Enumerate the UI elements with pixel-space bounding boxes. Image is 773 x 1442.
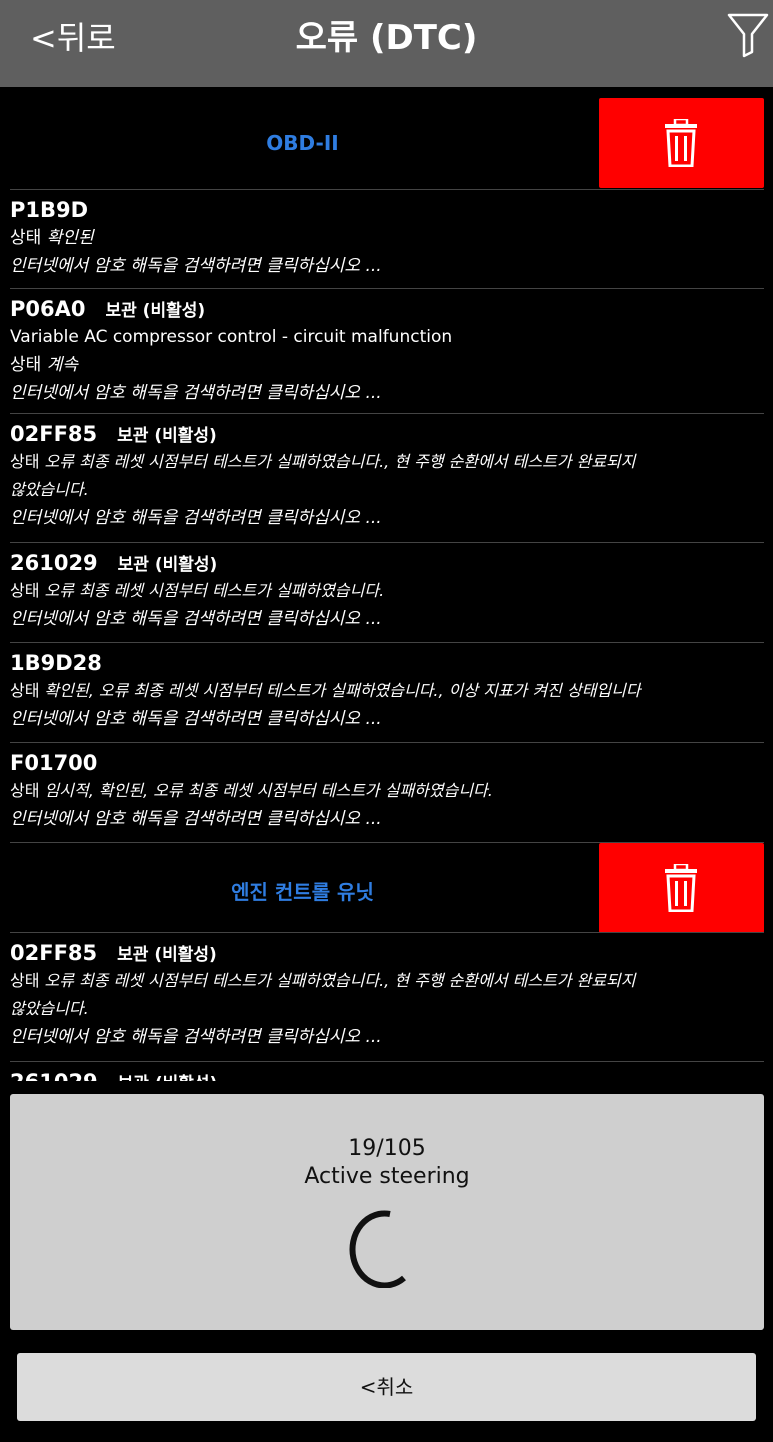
filter-funnel-icon[interactable] [726,12,770,58]
status-label: 상태 [10,681,40,700]
search-link[interactable]: 인터넷에서 암호 해독을 검색하려면 클릭하십시오 ... [10,379,764,407]
status-badge: 보관 (비활성) [117,945,217,965]
search-link[interactable]: 인터넷에서 암호 해독을 검색하려면 클릭하십시오 ... [10,805,764,833]
status-value: 오류 최종 레셋 시점부터 테스트가 실패하였습니다., 현 주행 순환에서 테… [44,971,636,990]
status-label: 상태 [10,581,40,600]
delete-button[interactable] [599,98,764,188]
status-badge: 보관 (비활성) [118,1069,218,1081]
dtc-code: 1B9D28 [10,651,102,675]
section-title: OBD-II [266,131,339,155]
dtc-description: Variable AC compressor control - circuit… [10,327,453,347]
list-item[interactable]: 261029 보관 (비활성) [10,1061,764,1081]
trash-icon [665,864,697,912]
dtc-code: 02FF85 [10,941,98,965]
status-value: 오류 최종 레셋 시점부터 테스트가 실패하였습니다., 현 주행 순환에서 테… [44,452,636,471]
cancel-button[interactable]: <취소 [17,1353,756,1421]
status-value: 계속 [46,355,78,375]
status-value-cont: 않았습니다. [10,999,89,1018]
status-label: 상태 [10,452,40,471]
section-header-obd: OBD-II [0,87,773,189]
status-badge: 보관 (비활성) [117,555,218,575]
status-value: 확인된 [46,228,94,248]
dtc-code: 261029 [10,551,98,575]
list-item[interactable]: P1B9D 상태 확인된 인터넷에서 암호 해독을 검색하려면 클릭하십시오 .… [10,189,764,288]
app-header: <뒤로 오류 (DTC) [0,0,773,87]
search-link[interactable]: 인터넷에서 암호 해독을 검색하려면 클릭하십시오 ... [10,605,764,633]
status-value: 임시적, 확인된, 오류 최종 레셋 시점부터 테스트가 실패하였습니다. [44,781,493,800]
status-label: 상태 [10,228,42,248]
section-header-ecu: 엔진 컨트롤 유닛 [10,842,764,933]
dtc-code: 261029 [10,1070,98,1081]
progress-panel: 19/105 Active steering [10,1094,764,1330]
dtc-code: F01700 [10,751,98,775]
search-link[interactable]: 인터넷에서 암호 해독을 검색하려면 클릭하십시오 ... [10,252,764,280]
list-item[interactable]: F01700 상태 임시적, 확인된, 오류 최종 레셋 시점부터 테스트가 실… [10,742,764,842]
dtc-code: P06A0 [10,297,86,321]
section-title: 엔진 컨트롤 유닛 [231,880,374,904]
status-value: 오류 최종 레셋 시점부터 테스트가 실패하였습니다. [44,581,385,600]
delete-button[interactable] [599,843,764,933]
status-badge: 보관 (비활성) [117,426,217,446]
progress-label: Active steering [304,1164,470,1189]
loading-spinner-icon [349,1210,406,1288]
dtc-code: P1B9D [10,198,89,222]
status-label: 상태 [10,781,40,800]
list-item[interactable]: P06A0 보관 (비활성) Variable AC compressor co… [10,288,764,413]
progress-count: 19/105 [348,1136,426,1161]
status-value-cont: 않았습니다. [10,480,89,499]
list-item[interactable]: 261029 보관 (비활성) 상태 오류 최종 레셋 시점부터 테스트가 실패… [10,542,764,642]
search-link[interactable]: 인터넷에서 암호 해독을 검색하려면 클릭하십시오 ... [10,504,764,532]
dtc-code: 02FF85 [10,422,98,446]
page-title: 오류 (DTC) [295,18,478,58]
trash-icon [665,119,697,167]
list-item[interactable]: 1B9D28 상태 확인된, 오류 최종 레셋 시점부터 테스트가 실패하였습니… [10,642,764,742]
dtc-list[interactable]: OBD-II P1B9D 상태 확인된 인터넷에서 암호 해독을 검색하려면 클… [0,87,773,1081]
search-link[interactable]: 인터넷에서 암호 해독을 검색하려면 클릭하십시오 ... [10,705,764,733]
list-item[interactable]: 02FF85 보관 (비활성) 상태 오류 최종 레셋 시점부터 테스트가 실패… [10,932,764,1061]
status-label: 상태 [10,971,40,990]
status-badge: 보관 (비활성) [105,301,206,321]
status-label: 상태 [10,355,42,375]
search-link[interactable]: 인터넷에서 암호 해독을 검색하려면 클릭하십시오 ... [10,1023,764,1051]
status-value: 확인된, 오류 최종 레셋 시점부터 테스트가 실패하였습니다., 이상 지표가… [44,681,641,700]
list-item[interactable]: 02FF85 보관 (비활성) 상태 오류 최종 레셋 시점부터 테스트가 실패… [10,413,764,542]
